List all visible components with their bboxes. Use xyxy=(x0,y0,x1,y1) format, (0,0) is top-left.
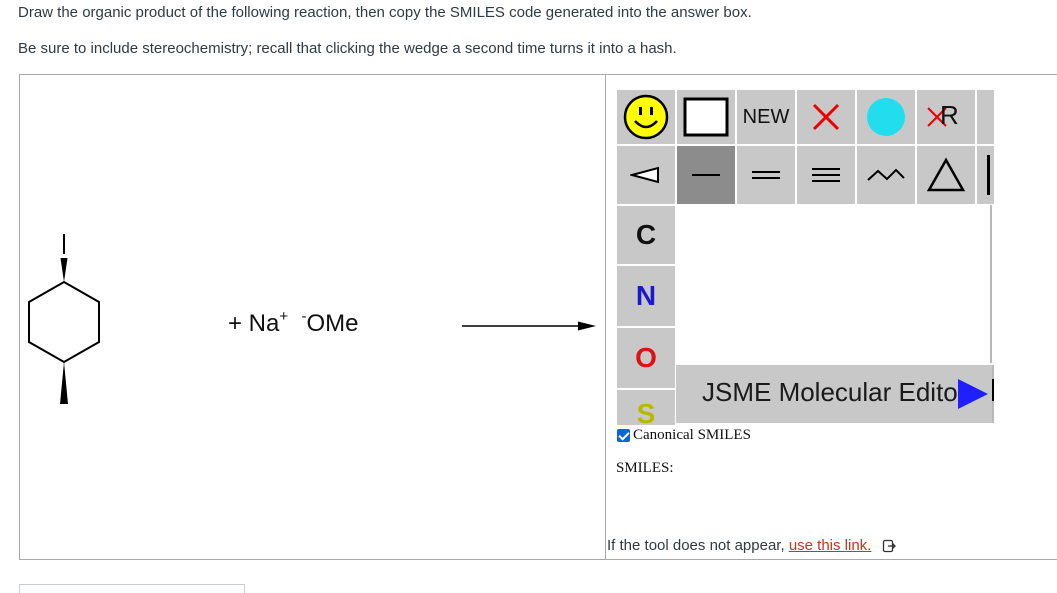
element-s-label: S xyxy=(636,398,656,425)
stereochemistry-hint: Be sure to include stereochemistry; reca… xyxy=(18,40,677,57)
jsme-logo-text: JSME Molecular Editor xyxy=(702,377,967,407)
reactant-structure xyxy=(28,234,100,404)
element-o-button[interactable]: O xyxy=(616,327,676,389)
triple-bond-button[interactable] xyxy=(796,145,856,205)
delete-x-icon xyxy=(812,103,840,131)
chain-button[interactable] xyxy=(856,145,916,205)
clear-button[interactable] xyxy=(676,89,736,145)
toolbar-overflow-1[interactable] xyxy=(976,89,994,145)
reagent-sodium-methoxide: + Na+ -OMe xyxy=(228,308,359,338)
square-icon xyxy=(683,97,729,137)
external-link-icon xyxy=(882,539,896,553)
fallback-note: If the tool does not appear, use this li… xyxy=(607,537,896,554)
element-c-button[interactable]: C xyxy=(616,205,676,265)
smiley-icon xyxy=(623,94,669,140)
drawing-canvas[interactable] xyxy=(676,205,992,363)
single-bond-icon xyxy=(692,174,720,176)
fallback-text: If the tool does not appear, xyxy=(607,537,789,554)
delete-button[interactable] xyxy=(796,89,856,145)
single-bond-button[interactable] xyxy=(676,145,736,205)
chain-icon xyxy=(867,168,905,181)
jsme-logo-bar: JSME Molecular Editor xyxy=(676,365,994,423)
jsme-editor[interactable]: NEW R C N O S JSME Molecular Editor xyxy=(616,89,994,425)
canonical-smiles-option[interactable]: Canonical SMILES xyxy=(617,427,751,444)
stereo-wedge-button[interactable] xyxy=(616,145,676,205)
toolbar-overflow-2[interactable] xyxy=(976,145,994,205)
element-c-label: C xyxy=(635,219,657,250)
partial-ring-icon xyxy=(986,155,990,195)
reaction-arrow xyxy=(462,321,596,331)
r-group-label: R xyxy=(940,100,959,130)
ring3-button[interactable] xyxy=(916,145,976,205)
canonical-smiles-checkbox[interactable] xyxy=(617,429,630,442)
cyan-circle-icon xyxy=(867,98,905,136)
reagent-prefix: + Na xyxy=(228,310,280,337)
new-button[interactable]: NEW xyxy=(736,89,796,145)
element-n-button[interactable]: N xyxy=(616,265,676,327)
new-button-label: NEW xyxy=(742,105,790,128)
anion-label: OMe xyxy=(306,310,359,337)
delete-r-group-button[interactable]: R xyxy=(916,89,976,145)
triangle-ring-icon xyxy=(926,157,966,192)
smiles-output-label: SMILES: xyxy=(616,460,674,476)
logo-bar-separator xyxy=(992,379,994,401)
element-o-label: O xyxy=(635,342,657,373)
element-s-button[interactable]: S xyxy=(616,389,676,425)
smiley-button[interactable] xyxy=(616,89,676,145)
double-bond-button[interactable] xyxy=(736,145,796,205)
instruction-text: Draw the organic product of the followin… xyxy=(18,4,752,21)
cation-charge: + xyxy=(279,308,289,325)
play-arrow-icon xyxy=(958,379,988,409)
canonical-smiles-label: Canonical SMILES xyxy=(633,427,751,443)
element-n-label: N xyxy=(635,280,657,311)
double-bond-icon xyxy=(752,171,780,179)
charge-button[interactable] xyxy=(856,89,916,145)
panel-divider xyxy=(605,74,606,560)
wedge-bond-icon xyxy=(630,166,659,184)
triple-bond-icon xyxy=(812,168,840,182)
fallback-link[interactable]: use this link. xyxy=(789,537,872,554)
